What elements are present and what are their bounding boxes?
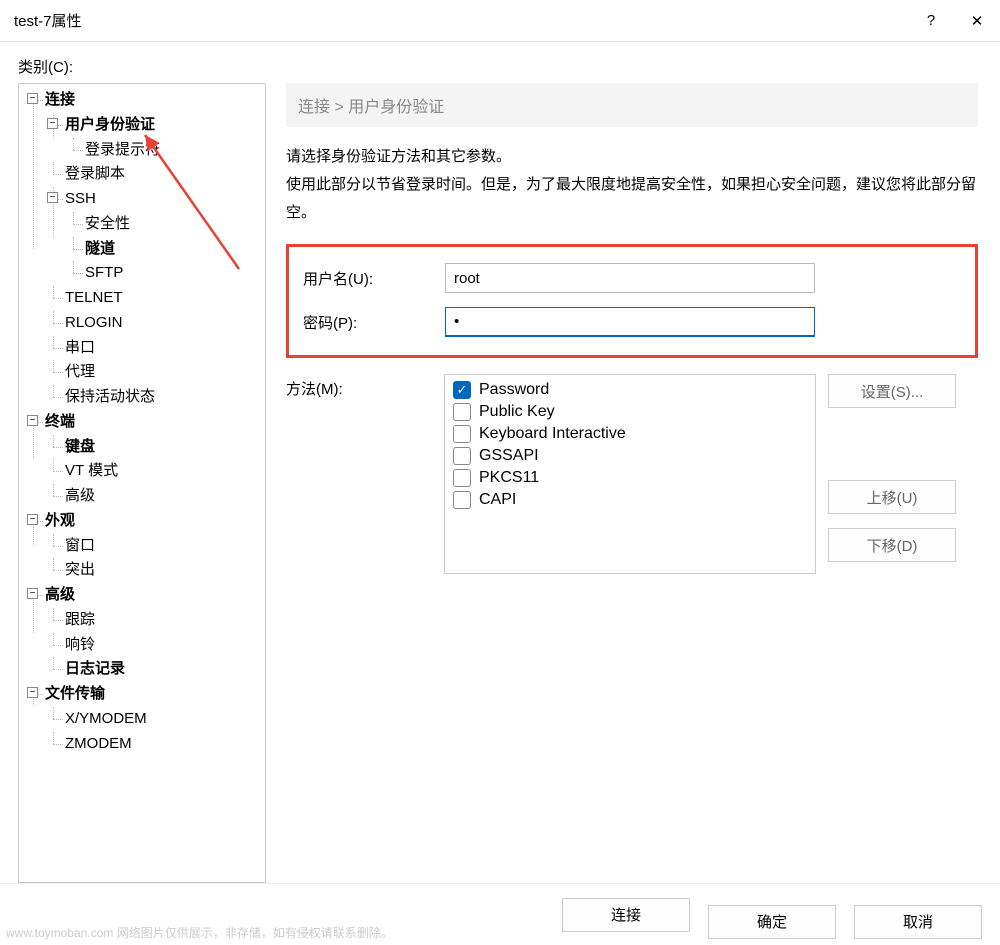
tree-item-telnet[interactable]: TELNET bbox=[65, 289, 123, 306]
password-label: 密码(P): bbox=[303, 312, 445, 333]
highlight-frame: 用户名(U): 密码(P): bbox=[286, 244, 978, 358]
settings-panel: 连接 > 用户身份验证 请选择身份验证方法和其它参数。 使用此部分以节省登录时间… bbox=[286, 83, 982, 883]
tree-item-serial[interactable]: 串口 bbox=[65, 339, 95, 356]
checkbox-icon[interactable]: ✓ bbox=[453, 381, 471, 399]
tree-item-appearance[interactable]: 外观 bbox=[45, 512, 75, 529]
tree-toggle-icon[interactable]: − bbox=[27, 687, 38, 698]
method-list[interactable]: ✓ Password Public Key Keyboard Interactive G… bbox=[444, 374, 816, 574]
method-item[interactable]: CAPI bbox=[453, 489, 807, 511]
tree-item-vtmode[interactable]: VT 模式 bbox=[65, 462, 118, 479]
tree-item-login-script[interactable]: 登录脚本 bbox=[65, 165, 125, 182]
tree-item-sftp[interactable]: SFTP bbox=[85, 264, 123, 281]
tree-toggle-icon[interactable]: − bbox=[27, 415, 38, 426]
tree-toggle-icon[interactable]: − bbox=[47, 192, 58, 203]
username-input[interactable] bbox=[445, 263, 815, 293]
tree-item-file-transfer[interactable]: 文件传输 bbox=[45, 685, 105, 702]
tree-item-xymodem[interactable]: X/YMODEM bbox=[65, 710, 147, 727]
tree-item-logging[interactable]: 日志记录 bbox=[65, 660, 125, 677]
breadcrumb: 连接 > 用户身份验证 bbox=[286, 83, 978, 127]
checkbox-icon[interactable] bbox=[453, 469, 471, 487]
close-button[interactable]: ✕ bbox=[954, 0, 1000, 42]
settings-button[interactable]: 设置(S)... bbox=[828, 374, 956, 408]
checkbox-icon[interactable] bbox=[453, 425, 471, 443]
method-item[interactable]: ✓ Password bbox=[453, 379, 807, 401]
tree-item-user-auth[interactable]: 用户身份验证 bbox=[65, 116, 155, 133]
tree-item-trace[interactable]: 跟踪 bbox=[65, 611, 95, 628]
tree-item-keyboard[interactable]: 键盘 bbox=[65, 438, 95, 455]
watermark-text: www.toymoban.com 网络图片仅供展示，非存储，如有侵权请联系删除。 bbox=[6, 924, 393, 941]
tree-item-rlogin[interactable]: RLOGIN bbox=[65, 314, 123, 331]
method-item-label: Public Key bbox=[479, 403, 555, 421]
username-label: 用户名(U): bbox=[303, 268, 445, 289]
intro-line1: 请选择身份验证方法和其它参数。 bbox=[286, 143, 978, 171]
method-item-label: GSSAPI bbox=[479, 447, 539, 465]
tree-item-proxy[interactable]: 代理 bbox=[65, 363, 95, 380]
tree-item-bell[interactable]: 响铃 bbox=[65, 636, 95, 653]
tree-item-keepalive[interactable]: 保持活动状态 bbox=[65, 388, 155, 405]
move-up-button[interactable]: 上移(U) bbox=[828, 480, 956, 514]
tree-item-tunnel[interactable]: 隧道 bbox=[85, 240, 115, 257]
tree-toggle-icon[interactable]: − bbox=[47, 118, 58, 129]
checkbox-icon[interactable] bbox=[453, 447, 471, 465]
method-item-label: Password bbox=[479, 381, 549, 399]
tree-item-terminal[interactable]: 终端 bbox=[45, 413, 75, 430]
method-item-label: Keyboard Interactive bbox=[479, 425, 626, 443]
help-button[interactable]: ? bbox=[908, 0, 954, 42]
tree-toggle-icon[interactable]: − bbox=[27, 93, 38, 104]
titlebar: test-7属性 ? ✕ bbox=[0, 0, 1000, 42]
method-item[interactable]: GSSAPI bbox=[453, 445, 807, 467]
intro-text: 请选择身份验证方法和其它参数。 使用此部分以节省登录时间。但是，为了最大限度地提… bbox=[286, 143, 978, 226]
tree-item-highlight[interactable]: 突出 bbox=[65, 561, 95, 578]
method-item[interactable]: Public Key bbox=[453, 401, 807, 423]
tree-item-login-prompt[interactable]: 登录提示符 bbox=[85, 141, 160, 158]
password-input[interactable] bbox=[445, 307, 815, 337]
method-item[interactable]: PKCS11 bbox=[453, 467, 807, 489]
cancel-button[interactable]: 取消 bbox=[854, 905, 982, 939]
tree-item-window[interactable]: 窗口 bbox=[65, 537, 95, 554]
method-label: 方法(M): bbox=[286, 374, 444, 399]
tree-item-ssh[interactable]: SSH bbox=[65, 190, 96, 207]
window-title: test-7属性 bbox=[14, 10, 908, 31]
tree-toggle-icon[interactable]: − bbox=[27, 514, 38, 525]
tree-item-advanced-term[interactable]: 高级 bbox=[65, 487, 95, 504]
tree-item-advanced[interactable]: 高级 bbox=[45, 586, 75, 603]
method-item-label: CAPI bbox=[479, 491, 516, 509]
method-item[interactable]: Keyboard Interactive bbox=[453, 423, 807, 445]
checkbox-icon[interactable] bbox=[453, 403, 471, 421]
tree-item-zmodem[interactable]: ZMODEM bbox=[65, 735, 132, 752]
category-label: 类别(C): bbox=[18, 56, 982, 77]
intro-line2: 使用此部分以节省登录时间。但是，为了最大限度地提高安全性，如果担心安全问题，建议… bbox=[286, 171, 978, 227]
tree-item-security[interactable]: 安全性 bbox=[85, 215, 130, 232]
move-down-button[interactable]: 下移(D) bbox=[828, 528, 956, 562]
connect-button[interactable]: 连接 bbox=[562, 898, 690, 932]
tree-item-connection[interactable]: 连接 bbox=[45, 91, 75, 108]
category-tree[interactable]: −连接 −用户身份验证 登录提示符 登录脚本 −SSH 安全性 隧道 SFTP bbox=[18, 83, 266, 883]
checkbox-icon[interactable] bbox=[453, 491, 471, 509]
method-item-label: PKCS11 bbox=[479, 469, 539, 487]
ok-button[interactable]: 确定 bbox=[708, 905, 836, 939]
tree-toggle-icon[interactable]: − bbox=[27, 588, 38, 599]
